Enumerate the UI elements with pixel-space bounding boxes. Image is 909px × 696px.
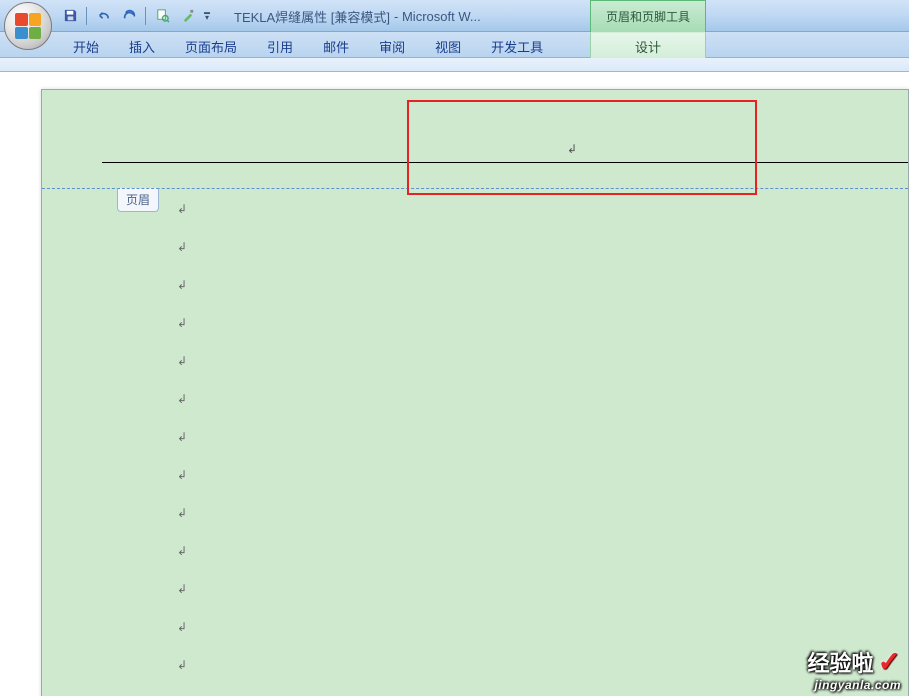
document-area: ↲ 页眉 ↲ ↲ ↲ ↲ ↲ ↲ ↲ ↲ ↲ ↲ ↲ ↲ ↲ ↲	[0, 72, 909, 696]
ribbon-content	[0, 58, 909, 72]
paragraph-mark: ↲	[177, 608, 187, 646]
paragraph-mark: ↲	[177, 532, 187, 570]
title-bar: TEKLA焊缝属性 [兼容模式] - Microsoft W... 页眉和页脚工…	[0, 0, 909, 32]
redo-button[interactable]	[117, 5, 141, 27]
qat-extra-button[interactable]	[176, 5, 200, 27]
paragraph-mark: ↲	[177, 646, 187, 684]
tab-home[interactable]: 开始	[58, 33, 114, 57]
quick-access-toolbar	[58, 0, 212, 31]
print-preview-button[interactable]	[150, 5, 174, 27]
header-underline	[102, 162, 908, 163]
save-icon	[63, 8, 78, 23]
tab-developer[interactable]: 开发工具	[476, 33, 558, 57]
paragraph-mark: ↲	[177, 304, 187, 342]
window-title: TEKLA焊缝属性 [兼容模式] - Microsoft W...	[234, 0, 481, 32]
app-name: - Microsoft W...	[394, 9, 481, 24]
tab-references[interactable]: 引用	[252, 33, 308, 57]
undo-button[interactable]	[91, 5, 115, 27]
body-region: ↲ ↲ ↲ ↲ ↲ ↲ ↲ ↲ ↲ ↲ ↲ ↲ ↲ ↲	[177, 190, 187, 696]
tab-view[interactable]: 视图	[420, 33, 476, 57]
redo-icon	[122, 8, 137, 23]
paragraph-mark: ↲	[177, 266, 187, 304]
context-tools-label: 页眉和页脚工具	[590, 0, 706, 32]
paragraph-mark: ↲	[177, 570, 187, 608]
document-name: TEKLA焊缝属性 [兼容模式]	[234, 7, 390, 26]
header-region[interactable]: ↲	[42, 90, 908, 188]
tab-design[interactable]: 设计	[590, 32, 706, 58]
office-button[interactable]	[4, 2, 52, 50]
office-logo-icon	[15, 13, 41, 39]
header-tag: 页眉	[117, 188, 159, 212]
tab-page-layout[interactable]: 页面布局	[170, 33, 252, 57]
qat-customize-dropdown[interactable]	[202, 5, 212, 27]
paragraph-mark: ↲	[177, 684, 187, 696]
ribbon-tabs: 开始 插入 页面布局 引用 邮件 审阅 视图 开发工具 设计	[0, 32, 909, 58]
paragraph-mark: ↲	[177, 380, 187, 418]
paragraph-mark: ↲	[177, 456, 187, 494]
print-preview-icon	[155, 8, 170, 23]
qat-separator	[145, 7, 146, 25]
tab-mail[interactable]: 邮件	[308, 33, 364, 57]
tab-review[interactable]: 审阅	[364, 33, 420, 57]
paragraph-mark: ↲	[177, 228, 187, 266]
tab-insert[interactable]: 插入	[114, 33, 170, 57]
tool-icon	[181, 8, 196, 23]
paragraph-mark: ↲	[177, 494, 187, 532]
page[interactable]: ↲ 页眉 ↲ ↲ ↲ ↲ ↲ ↲ ↲ ↲ ↲ ↲ ↲ ↲ ↲ ↲	[41, 89, 909, 696]
save-button[interactable]	[58, 5, 82, 27]
qat-separator	[86, 7, 87, 25]
paragraph-mark: ↲	[177, 418, 187, 456]
undo-icon	[96, 8, 111, 23]
header-boundary-dashed	[42, 188, 908, 189]
paragraph-mark: ↲	[567, 142, 577, 156]
paragraph-mark: ↲	[177, 342, 187, 380]
paragraph-mark: ↲	[177, 190, 187, 228]
